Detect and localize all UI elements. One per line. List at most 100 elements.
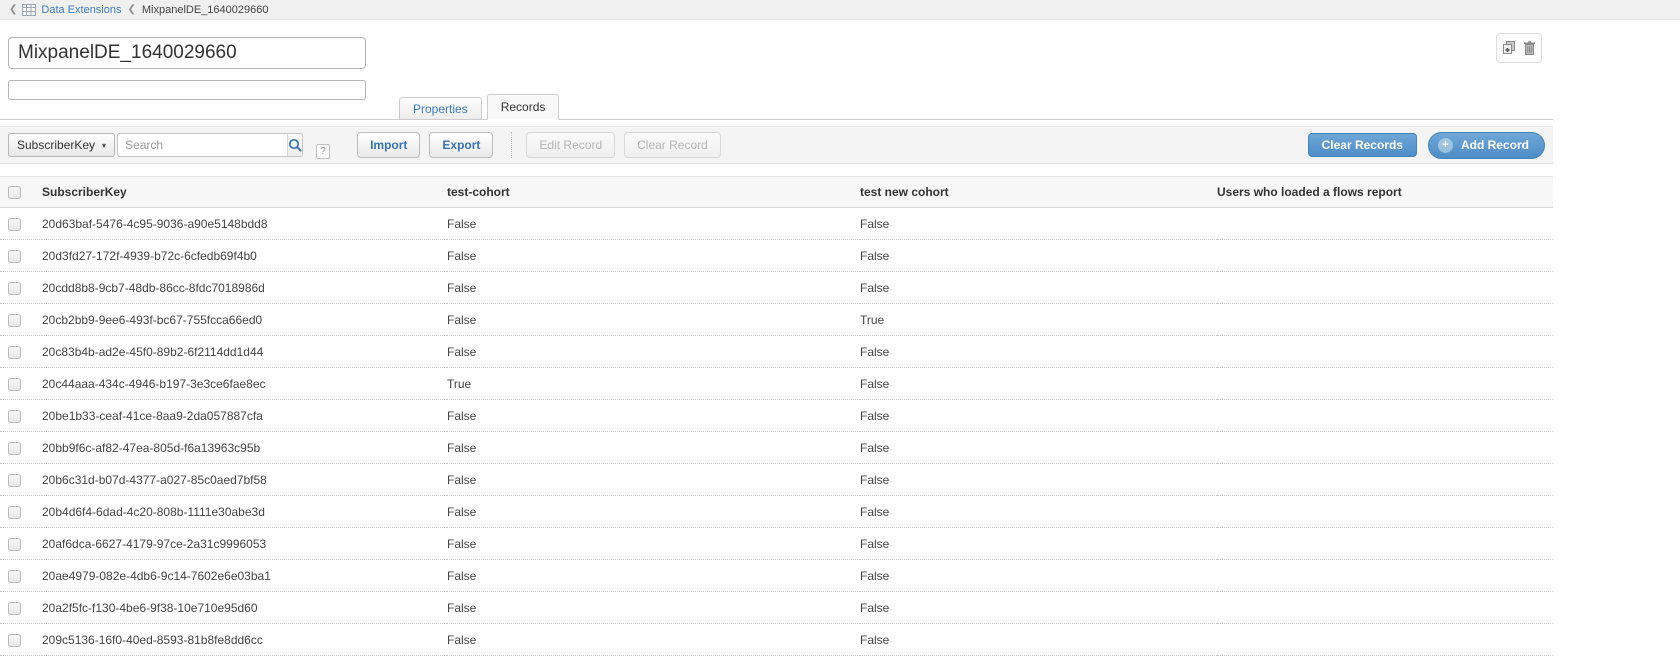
breadcrumb-current-page: MixpanelDE_1640029660: [142, 4, 269, 16]
row-checkbox[interactable]: [8, 538, 21, 551]
table-row[interactable]: 20a2f5fc-f130-4be6-9f38-10e710e95d60 Fal…: [0, 592, 1553, 624]
export-button[interactable]: Export: [429, 132, 493, 158]
cell-test-new-cohort: False: [860, 400, 1217, 432]
search-field-selector-label: SubscriberKey: [17, 138, 95, 152]
header-action-icons: [1496, 33, 1542, 63]
row-checkbox[interactable]: [8, 218, 21, 231]
row-checkbox[interactable]: [8, 506, 21, 519]
cell-flows-report: [1217, 624, 1553, 656]
cell-test-cohort: False: [447, 528, 860, 560]
back-chevron-icon[interactable]: ❮: [9, 5, 17, 15]
data-extension-header: Properties Records: [0, 20, 1553, 120]
cell-test-cohort: False: [447, 432, 860, 464]
cell-flows-report: [1217, 304, 1553, 336]
cell-subscriber-key: 20a2f5fc-f130-4be6-9f38-10e710e95d60: [42, 592, 447, 624]
table-row[interactable]: 20d3fd27-172f-4939-b72c-6cfedb69f4b0 Fal…: [0, 240, 1553, 272]
column-header-test-new-cohort: test new cohort: [860, 177, 1217, 208]
cell-test-cohort: False: [447, 336, 860, 368]
records-toolbar: SubscriberKey ▾ ? Import Export Edit Rec…: [0, 126, 1553, 164]
cell-flows-report: [1217, 464, 1553, 496]
row-checkbox[interactable]: [8, 410, 21, 423]
tab-records[interactable]: Records: [487, 94, 560, 120]
cell-flows-report: [1217, 208, 1553, 240]
breadcrumb-link-data-extensions[interactable]: Data Extensions: [41, 4, 121, 16]
cell-flows-report: [1217, 368, 1553, 400]
cell-subscriber-key: 20d63baf-5476-4c95-9036-a90e5148bdd8: [42, 208, 447, 240]
cell-test-new-cohort: False: [860, 272, 1217, 304]
table-row[interactable]: 20ae4979-082e-4db6-9c14-7602e6e03ba1 Fal…: [0, 560, 1553, 592]
copy-icon[interactable]: [1502, 41, 1516, 55]
tab-properties-label: Properties: [413, 102, 468, 116]
cell-subscriber-key: 20bb9f6c-af82-47ea-805d-f6a13963c95b: [42, 432, 447, 464]
cell-flows-report: [1217, 240, 1553, 272]
import-button[interactable]: Import: [357, 132, 420, 158]
search-box: [117, 133, 303, 157]
row-checkbox[interactable]: [8, 378, 21, 391]
toolbar-divider: [511, 132, 512, 158]
search-field-selector[interactable]: SubscriberKey ▾: [8, 133, 115, 157]
column-header-subscriberkey: SubscriberKey: [42, 177, 447, 208]
table-row[interactable]: 20c44aaa-434c-4946-b197-3e3ce6fae8ec Tru…: [0, 368, 1553, 400]
row-checkbox[interactable]: [8, 442, 21, 455]
clear-record-button[interactable]: Clear Record: [624, 132, 721, 158]
table-row[interactable]: 20cb2bb9-9ee6-493f-bc67-755fcca66ed0 Fal…: [0, 304, 1553, 336]
add-record-label: Add Record: [1461, 138, 1529, 152]
cell-test-new-cohort: False: [860, 592, 1217, 624]
help-icon[interactable]: ?: [316, 144, 330, 159]
row-checkbox[interactable]: [8, 250, 21, 263]
tab-records-label: Records: [501, 100, 546, 114]
cell-test-cohort: False: [447, 240, 860, 272]
table-row[interactable]: 20d63baf-5476-4c95-9036-a90e5148bdd8 Fal…: [0, 208, 1553, 240]
breadcrumb-separator-icon: ❮: [128, 5, 136, 15]
clear-records-button[interactable]: Clear Records: [1308, 133, 1417, 157]
data-extension-name-field[interactable]: [8, 37, 366, 69]
search-button[interactable]: [287, 134, 302, 156]
cell-flows-report: [1217, 592, 1553, 624]
row-checkbox[interactable]: [8, 282, 21, 295]
cell-flows-report: [1217, 528, 1553, 560]
cell-test-cohort: False: [447, 592, 860, 624]
row-checkbox[interactable]: [8, 314, 21, 327]
cell-test-cohort: False: [447, 496, 860, 528]
cell-test-cohort: False: [447, 304, 860, 336]
table-row[interactable]: 209c5136-16f0-40ed-8593-81b8fe8dd6cc Fal…: [0, 624, 1553, 656]
row-checkbox[interactable]: [8, 346, 21, 359]
cell-test-new-cohort: False: [860, 464, 1217, 496]
cell-subscriber-key: 20cdd8b8-9cb7-48db-86cc-8fdc7018986d: [42, 272, 447, 304]
cell-test-new-cohort: False: [860, 496, 1217, 528]
table-row[interactable]: 20af6dca-6627-4179-97ce-2a31c9996053 Fal…: [0, 528, 1553, 560]
search-input[interactable]: [118, 134, 287, 156]
table-row[interactable]: 20bb9f6c-af82-47ea-805d-f6a13963c95b Fal…: [0, 432, 1553, 464]
data-extension-grid-icon: [22, 4, 36, 16]
edit-record-button[interactable]: Edit Record: [526, 132, 615, 158]
row-checkbox[interactable]: [8, 474, 21, 487]
chevron-down-icon: ▾: [102, 141, 106, 150]
row-checkbox[interactable]: [8, 602, 21, 615]
delete-icon[interactable]: [1523, 41, 1536, 55]
cell-test-cohort: False: [447, 272, 860, 304]
cell-flows-report: [1217, 272, 1553, 304]
table-row[interactable]: 20be1b33-ceaf-41ce-8aa9-2da057887cfa Fal…: [0, 400, 1553, 432]
cell-subscriber-key: 209c5136-16f0-40ed-8593-81b8fe8dd6cc: [42, 624, 447, 656]
tab-properties[interactable]: Properties: [399, 97, 482, 120]
row-checkbox[interactable]: [8, 634, 21, 647]
cell-flows-report: [1217, 336, 1553, 368]
cell-test-new-cohort: False: [860, 528, 1217, 560]
row-checkbox[interactable]: [8, 570, 21, 583]
cell-test-new-cohort: True: [860, 304, 1217, 336]
cell-test-cohort: False: [447, 464, 860, 496]
cell-test-cohort: True: [447, 368, 860, 400]
table-row[interactable]: 20b6c31d-b07d-4377-a027-85c0aed7bf58 Fal…: [0, 464, 1553, 496]
table-row[interactable]: 20b4d6f4-6dad-4c20-808b-1111e30abe3d Fal…: [0, 496, 1553, 528]
table-row[interactable]: 20cdd8b8-9cb7-48db-86cc-8fdc7018986d Fal…: [0, 272, 1553, 304]
table-row[interactable]: 20c83b4b-ad2e-45f0-89b2-6f2114dd1d44 Fal…: [0, 336, 1553, 368]
cell-subscriber-key: 20b4d6f4-6dad-4c20-808b-1111e30abe3d: [42, 496, 447, 528]
add-record-button[interactable]: + Add Record: [1428, 132, 1545, 159]
cell-subscriber-key: 20b6c31d-b07d-4377-a027-85c0aed7bf58: [42, 464, 447, 496]
column-header-flows-report: Users who loaded a flows report: [1217, 177, 1553, 208]
select-all-checkbox[interactable]: [8, 186, 21, 199]
cell-test-new-cohort: False: [860, 560, 1217, 592]
cell-subscriber-key: 20d3fd27-172f-4939-b72c-6cfedb69f4b0: [42, 240, 447, 272]
data-extension-description-field[interactable]: [8, 80, 366, 100]
cell-subscriber-key: 20c83b4b-ad2e-45f0-89b2-6f2114dd1d44: [42, 336, 447, 368]
